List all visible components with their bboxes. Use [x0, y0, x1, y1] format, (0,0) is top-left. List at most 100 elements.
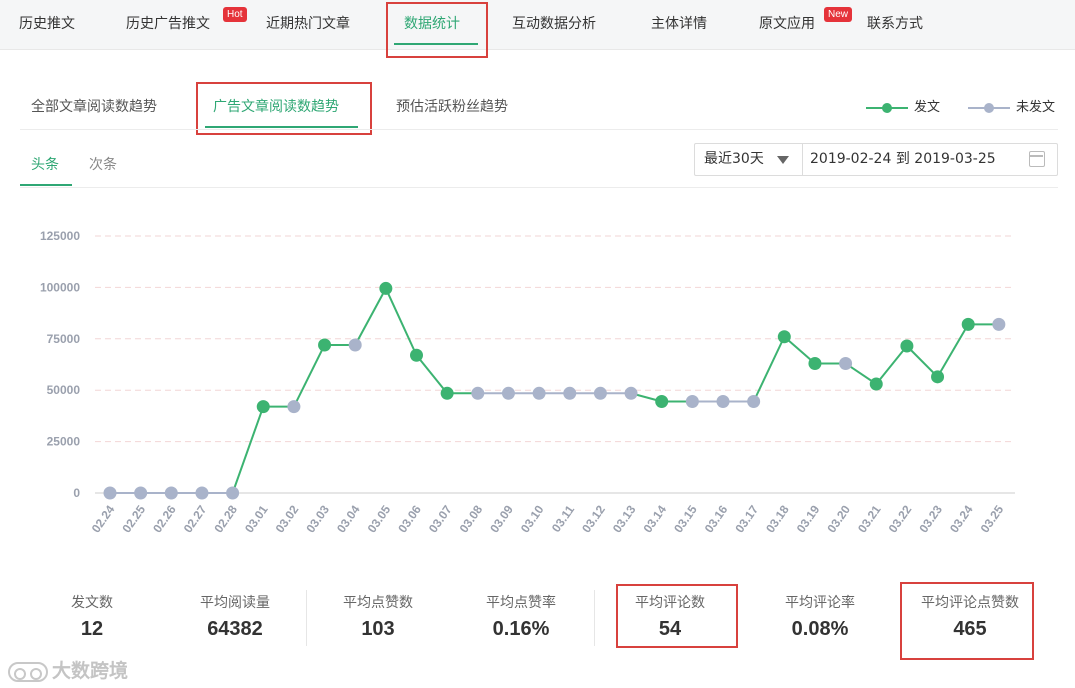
stat-value: 465 — [953, 618, 987, 640]
x-tick-label: 03.11 — [549, 502, 577, 534]
stat-divider — [594, 590, 595, 646]
x-tick-label: 03.21 — [855, 502, 884, 535]
hot-badge: Hot — [223, 7, 247, 22]
y-tick-label: 100000 — [40, 280, 80, 294]
x-tick-label: 03.02 — [273, 502, 302, 535]
legend-unpublished[interactable]: 未发文 — [968, 96, 1055, 115]
tab-active-indicator — [20, 184, 72, 186]
tab-secondary[interactable]: 次条 — [89, 154, 117, 174]
x-tick-label: 03.06 — [395, 502, 424, 535]
data-point-unpublished — [593, 386, 607, 400]
x-tick-label: 03.01 — [242, 502, 271, 535]
data-point-published — [869, 377, 883, 391]
nav-tab-history-ad-posts[interactable]: 历史广告推文 — [126, 0, 210, 50]
x-tick-label: 03.13 — [610, 502, 639, 535]
series-line-segment — [384, 288, 418, 356]
data-point-published — [256, 400, 270, 414]
data-point-unpublished — [103, 486, 117, 500]
series-line-segment — [354, 287, 387, 346]
x-tick-label: 03.14 — [640, 502, 669, 535]
x-tick-label: 03.07 — [426, 502, 455, 535]
series-line-segment — [293, 344, 326, 408]
caret-down-icon — [777, 156, 789, 164]
stat-post-count: 发文数 12 — [40, 592, 144, 641]
x-tick-label: 02.25 — [119, 502, 148, 535]
nav-tab-original-apps[interactable]: 原文应用 — [759, 0, 815, 50]
stat-label: 平均评论点赞数 — [921, 595, 1019, 611]
x-tick-label: 02.24 — [89, 502, 118, 535]
data-point-unpublished — [471, 386, 485, 400]
data-point-published — [931, 370, 945, 384]
data-point-unpublished — [287, 400, 301, 414]
data-point-published — [655, 395, 669, 409]
legend-unpublished-label: 未发文 — [1016, 100, 1056, 115]
data-point-unpublished — [348, 338, 362, 352]
stat-label: 发文数 — [71, 595, 113, 611]
top-navigation: 历史推文 历史广告推文 Hot 近期热门文章 数据统计 互动数据分析 主体详情 … — [0, 0, 1075, 50]
data-point-unpublished — [563, 386, 577, 400]
stat-value: 54 — [658, 618, 682, 640]
subtab-ad-articles-trend[interactable]: 广告文章阅读数趋势 — [213, 96, 339, 116]
stat-value: 64382 — [207, 618, 263, 640]
stat-label: 平均评论率 — [785, 595, 855, 611]
data-point-published — [961, 317, 975, 331]
stat-label: 平均点赞数 — [343, 595, 413, 611]
x-tick-label: 03.19 — [794, 502, 823, 535]
y-tick-label: 50000 — [47, 383, 81, 397]
stat-divider — [306, 590, 307, 646]
tab-headline[interactable]: 头条 — [31, 154, 59, 174]
data-point-published — [900, 339, 914, 353]
data-point-published — [318, 338, 332, 352]
x-tick-label: 03.09 — [487, 502, 516, 535]
stat-label: 平均点赞率 — [486, 595, 556, 611]
series-line-segment — [906, 345, 939, 378]
data-point-unpublished — [226, 486, 240, 500]
nav-tab-recent-hot-articles[interactable]: 近期热门文章 — [266, 0, 350, 50]
nav-tab-history-posts[interactable]: 历史推文 — [19, 0, 75, 50]
x-tick-label: 03.16 — [702, 502, 731, 535]
x-tick-label: 02.26 — [150, 502, 179, 535]
date-range-input[interactable]: 2019-02-24 到 2019-03-25 — [810, 144, 996, 175]
data-point-unpublished — [716, 395, 730, 409]
data-point-unpublished — [134, 486, 148, 500]
x-tick-label: 03.17 — [732, 502, 761, 535]
x-tick-label: 03.25 — [978, 502, 1007, 535]
date-separator: 到 — [895, 151, 910, 167]
date-end: 2019-03-25 — [914, 151, 996, 167]
series-line-segment — [415, 354, 448, 394]
y-tick-label: 25000 — [47, 435, 81, 449]
subtab-active-fans-trend[interactable]: 预估活跃粉丝趋势 — [396, 96, 508, 116]
data-point-published — [440, 386, 454, 400]
date-range-picker: 最近30天 2019-02-24 到 2019-03-25 — [694, 143, 1058, 176]
x-tick-label: 03.08 — [457, 502, 486, 535]
stat-avg-comment-rate: 平均评论率 0.08% — [760, 592, 880, 641]
legend-published-marker — [866, 102, 908, 113]
nav-tab-contact[interactable]: 联系方式 — [867, 0, 923, 50]
data-point-published — [777, 330, 791, 344]
data-point-unpublished — [164, 486, 178, 500]
divider — [20, 187, 1058, 188]
x-tick-label: 03.03 — [303, 502, 332, 535]
data-point-published — [808, 356, 822, 370]
stat-value: 103 — [361, 618, 395, 640]
data-point-unpublished — [685, 395, 699, 409]
subtab-active-indicator — [205, 126, 358, 128]
nav-tab-interaction-analysis[interactable]: 互动数据分析 — [512, 0, 596, 50]
stat-avg-reads: 平均阅读量 64382 — [175, 592, 295, 641]
x-tick-label: 03.18 — [763, 502, 792, 535]
nav-tab-entity-details[interactable]: 主体详情 — [651, 0, 707, 50]
data-point-unpublished — [839, 356, 853, 370]
legend-published[interactable]: 发文 — [866, 96, 940, 115]
stat-value: 0.16% — [492, 618, 550, 640]
data-point-unpublished — [532, 386, 546, 400]
stat-avg-likes: 平均点赞数 103 — [318, 592, 438, 641]
data-point-unpublished — [501, 386, 515, 400]
y-tick-label: 75000 — [47, 332, 81, 346]
calendar-icon[interactable] — [1029, 151, 1045, 167]
subtab-all-articles-trend[interactable]: 全部文章阅读数趋势 — [31, 96, 157, 116]
data-point-published — [379, 281, 393, 295]
data-point-unpublished — [624, 386, 638, 400]
new-badge: New — [824, 7, 853, 22]
legend-unpublished-marker — [968, 102, 1010, 113]
data-point-unpublished — [992, 317, 1006, 331]
